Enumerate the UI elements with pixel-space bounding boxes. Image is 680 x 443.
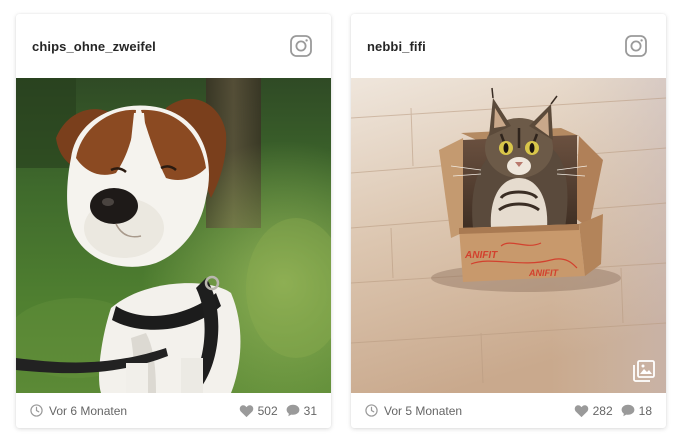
heart-icon <box>239 404 253 417</box>
likes-count[interactable]: 282 <box>574 404 613 418</box>
post-time: Vor 6 Monaten <box>49 403 128 418</box>
post-photo[interactable] <box>16 78 331 393</box>
comments-count[interactable]: 18 <box>621 404 652 418</box>
comment-icon <box>621 404 635 417</box>
svg-text:ANIFIT: ANIFIT <box>528 268 559 278</box>
likes-value: 502 <box>257 403 278 418</box>
clock-icon <box>365 404 378 417</box>
post-card: nebbi_fifi ANIFIT ANIFIT Vor 5 Monaten 2… <box>351 14 666 428</box>
post-time: Vor 5 Monaten <box>384 403 463 418</box>
clock-icon <box>30 404 43 417</box>
heart-icon <box>574 404 588 417</box>
instagram-icon[interactable] <box>624 34 648 58</box>
post-username[interactable]: chips_ohne_zweifel <box>32 39 156 54</box>
likes-count[interactable]: 502 <box>239 404 278 418</box>
comment-icon <box>286 404 300 417</box>
post-header: nebbi_fifi <box>351 14 666 78</box>
post-username[interactable]: nebbi_fifi <box>367 39 426 54</box>
post-footer: Vor 6 Monaten 502 31 <box>16 393 331 428</box>
comments-value: 31 <box>303 403 317 418</box>
box-print-text: ANIFIT <box>464 250 498 261</box>
instagram-icon[interactable] <box>289 34 313 58</box>
post-card: chips_ohne_zweifel Vor 6 Monaten 502 31 <box>16 14 331 428</box>
gallery-icon <box>633 360 655 382</box>
dog-photo <box>16 78 331 393</box>
likes-value: 282 <box>592 403 613 418</box>
cat-photo: ANIFIT ANIFIT <box>351 78 666 393</box>
comments-count[interactable]: 31 <box>286 404 317 418</box>
post-header: chips_ohne_zweifel <box>16 14 331 78</box>
post-photo[interactable]: ANIFIT ANIFIT <box>351 78 666 393</box>
post-footer: Vor 5 Monaten 282 18 <box>351 393 666 428</box>
comments-value: 18 <box>638 403 652 418</box>
